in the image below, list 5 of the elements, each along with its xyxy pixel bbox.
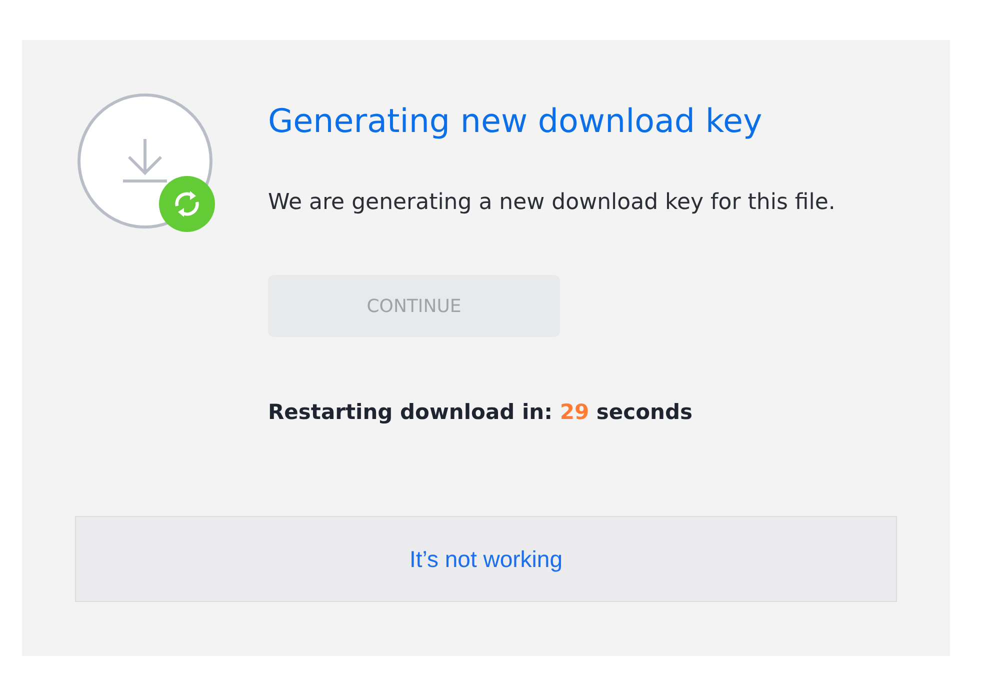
page-title: Generating new download key (268, 101, 762, 141)
description-text: We are generating a new download key for this file. (268, 189, 836, 217)
not-working-link[interactable]: It’s not working (410, 546, 562, 572)
countdown-text: Restarting download in: 29 seconds (268, 399, 692, 426)
sync-icon (159, 176, 215, 232)
